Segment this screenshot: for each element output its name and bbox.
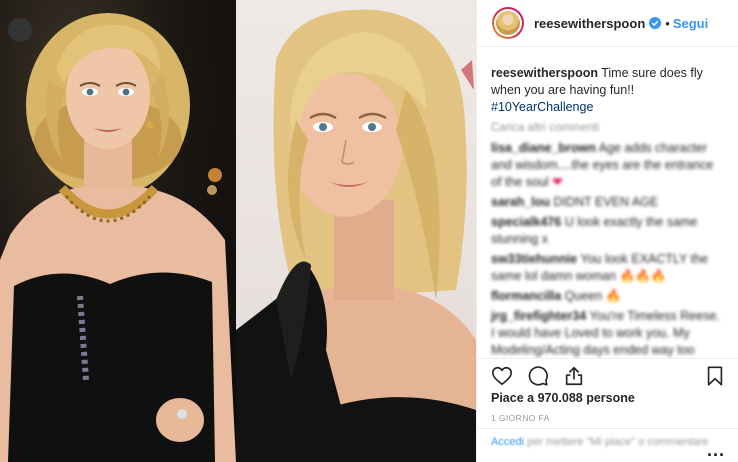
avatar-image (496, 11, 520, 35)
avatar-ring (494, 9, 522, 37)
comment-username[interactable]: sw33tiehunnie (491, 252, 577, 266)
comment-text: DIDNT EVEN AGE (553, 195, 659, 209)
comment-item: flormancilla Queen 🔥 (491, 288, 724, 305)
avatar[interactable] (492, 7, 524, 39)
share-icon[interactable] (563, 365, 585, 387)
comment-username[interactable]: jrg_firefighter34 (491, 309, 586, 323)
follow-button[interactable]: Segui (673, 16, 708, 31)
comment-username[interactable]: lisa_diane_brown (491, 141, 596, 155)
post-side-panel: reesewitherspoon • Segui reesewitherspoo… (476, 0, 738, 462)
comment-icon[interactable] (527, 365, 549, 387)
caption: reesewitherspoon Time sure does fly when… (491, 65, 724, 116)
header-separator: • (665, 15, 670, 31)
photo-then-illustration (0, 13, 236, 462)
bookmark-icon[interactable] (704, 365, 726, 387)
load-more-comments-link[interactable]: Carica altri commenti (491, 122, 724, 134)
photo-then (0, 0, 236, 462)
comment-emoji: 🔥🔥🔥 (619, 269, 667, 283)
post-header: reesewitherspoon • Segui (477, 0, 738, 47)
instagram-post: reesewitherspoon • Segui reesewitherspoo… (0, 0, 738, 462)
more-options-icon[interactable]: ... (707, 441, 725, 459)
heart-icon[interactable] (491, 365, 513, 387)
post-timestamp[interactable]: 1 GIORNO FA (491, 413, 550, 423)
comment-username[interactable]: sarah_lou (491, 195, 550, 209)
comment-username[interactable]: flormancilla (491, 289, 561, 303)
comment-emoji: 🔥 (605, 289, 622, 303)
comment-username[interactable]: specialk476 (491, 215, 561, 229)
comment-item: sarah_lou DIDNT EVEN AGE (491, 194, 724, 211)
verified-badge-icon (649, 17, 662, 29)
photo-now-illustration (236, 9, 476, 462)
login-link[interactable]: Accedi (491, 436, 524, 448)
post-media[interactable] (0, 0, 476, 462)
comment-item: jrg_firefighter34 You're Timeless Reese.… (491, 308, 724, 358)
caption-username[interactable]: reesewitherspoon (491, 66, 598, 80)
caption-hashtag[interactable]: #10YearChallenge (491, 100, 593, 114)
comment-emoji: ❤ (552, 175, 563, 189)
header-username[interactable]: reesewitherspoon (534, 16, 645, 31)
comment-item: specialk476 U look exactly the same stun… (491, 214, 724, 248)
login-prompt-text: per mettere "Mi piace" o commentare (527, 436, 709, 448)
comment-item: sw33tiehunnie You look EXACTLY the same … (491, 251, 724, 285)
action-bar (477, 358, 738, 392)
comment-item: lisa_diane_brown Age adds character and … (491, 140, 724, 191)
add-comment-area: Accedi per mettere "Mi piace" o commenta… (477, 428, 738, 462)
comments-section[interactable]: reesewitherspoon Time sure does fly when… (477, 47, 738, 358)
photo-now (236, 0, 476, 462)
comment-text: Queen (564, 289, 603, 303)
likes-count[interactable]: Piace a 970.088 persone (491, 391, 635, 405)
